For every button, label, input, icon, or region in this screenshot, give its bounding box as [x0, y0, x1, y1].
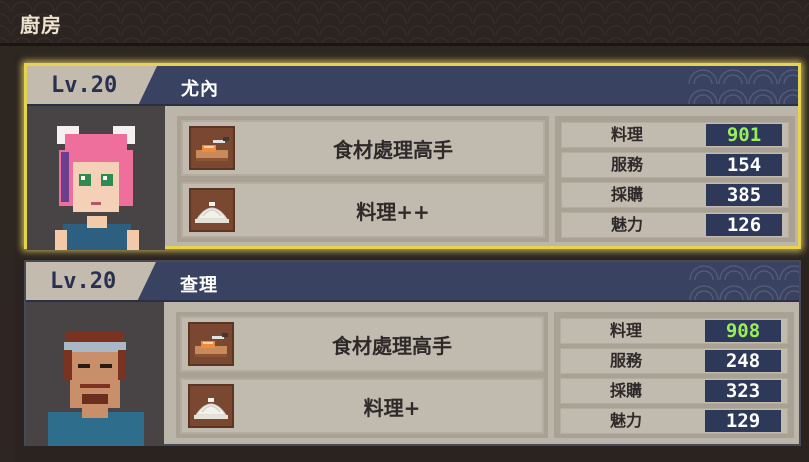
chef-card-header: Lv.20 查理: [26, 262, 799, 302]
stat-name: 服務: [609, 351, 642, 370]
stat-row: 料理 901: [561, 122, 789, 148]
skill-list: 食材處理高手 料理++: [177, 116, 549, 242]
skill-list: 食材處理高手 料理+: [176, 312, 548, 438]
chef-card[interactable]: Lv.20 查理 食材處理高手 料理+ 料理 908 服務 248 採購 323…: [24, 260, 801, 446]
skill-slot[interactable]: 食材處理高手: [181, 120, 545, 176]
skill-slot[interactable]: 食材處理高手: [180, 316, 544, 372]
stat-row: 服務 248: [560, 348, 788, 374]
stat-row: 魅力 129: [560, 408, 788, 434]
stat-name: 料理: [610, 125, 643, 144]
knife-cutting-board-icon: [188, 322, 234, 366]
wave-pattern-decoration: [689, 262, 799, 300]
stat-name: 料理: [609, 321, 642, 340]
stat-row: 採購 323: [560, 378, 788, 404]
chef-portrait: [27, 106, 165, 250]
chef-portrait: [26, 302, 164, 446]
stat-value: 901: [706, 124, 782, 146]
skill-label: 料理++: [356, 199, 430, 224]
chef-card[interactable]: Lv.20 尤內 食材處理高手 料理++ 料理 901 服務 154 採購 38…: [24, 63, 801, 250]
wave-pattern-decoration: [688, 66, 798, 104]
skill-slot[interactable]: 料理+: [180, 378, 544, 434]
stat-value: 154: [706, 154, 782, 176]
stat-row: 料理 908: [560, 318, 788, 344]
stat-value: 126: [706, 214, 782, 236]
chef-name: 尤內: [181, 79, 219, 100]
stat-value: 129: [705, 410, 781, 432]
skill-label: 料理+: [363, 395, 421, 420]
stat-row: 採購 385: [561, 182, 789, 208]
chef-card-header: Lv.20 尤內: [27, 66, 798, 106]
skill-slot[interactable]: 料理++: [181, 182, 545, 238]
screen-title: 廚房: [20, 13, 62, 37]
stat-name: 採購: [609, 381, 642, 400]
stat-value: 908: [705, 320, 781, 342]
stat-name: 採購: [610, 185, 643, 204]
title-bar: 廚房: [0, 0, 809, 46]
stat-name: 魅力: [610, 215, 643, 234]
level-tag: Lv.20: [27, 66, 157, 104]
stat-name: 服務: [610, 155, 643, 174]
stat-list: 料理 908 服務 248 採購 323 魅力 129: [554, 312, 794, 438]
skill-label: 食材處理高手: [332, 333, 452, 358]
stat-row: 魅力 126: [561, 212, 789, 238]
chef-name: 查理: [180, 275, 218, 296]
knife-cutting-board-icon: [189, 126, 235, 170]
cloche-dish-icon: [188, 384, 234, 428]
level-tag: Lv.20: [26, 262, 156, 300]
stat-list: 料理 901 服務 154 採購 385 魅力 126: [555, 116, 795, 242]
stat-value: 385: [706, 184, 782, 206]
stat-value: 248: [705, 350, 781, 372]
stat-name: 魅力: [609, 411, 642, 430]
stat-value: 323: [705, 380, 781, 402]
skill-label: 食材處理高手: [333, 137, 453, 162]
stat-row: 服務 154: [561, 152, 789, 178]
cloche-dish-icon: [189, 188, 235, 232]
